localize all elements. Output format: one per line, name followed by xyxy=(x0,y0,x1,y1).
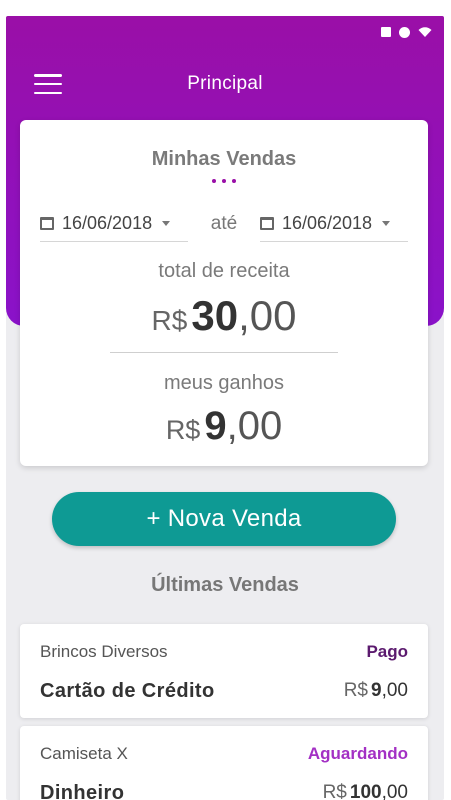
revenue-currency: R$ xyxy=(151,305,188,336)
sale-value-decimal: ,00 xyxy=(381,782,408,800)
sale-value-integer: 100 xyxy=(349,782,382,800)
list-item[interactable]: Brincos Diversos Pago Cartão de Crédito … xyxy=(20,624,428,718)
date-from-picker[interactable]: 16/06/2018 xyxy=(40,206,188,242)
sale-product-name: Camiseta X xyxy=(40,744,128,763)
signal-icon xyxy=(381,27,391,37)
date-to-picker[interactable]: 16/06/2018 xyxy=(259,206,408,242)
revenue-value: R$30,00 xyxy=(20,292,428,340)
divider xyxy=(110,352,338,353)
page-title: Principal xyxy=(187,73,263,94)
revenue-label: total de receita xyxy=(158,260,290,282)
wifi-icon xyxy=(418,27,432,37)
app-screen: Principal Minhas Vendas 16/06/2018 até 1… xyxy=(6,16,444,800)
card-title: Minhas Vendas xyxy=(151,148,297,170)
new-sale-button[interactable]: + Nova Venda xyxy=(52,492,396,546)
date-separator: até xyxy=(210,213,238,234)
sale-currency: R$ xyxy=(343,680,368,701)
sale-value-decimal: ,00 xyxy=(381,680,408,701)
hamburger-menu-icon[interactable] xyxy=(34,74,62,94)
sale-currency: R$ xyxy=(322,782,347,800)
earnings-value: R$ 9,00 xyxy=(20,404,428,449)
earnings-label: meus ganhos xyxy=(163,372,285,394)
earnings-integer: 9 xyxy=(204,404,227,448)
payment-method: Cartão de Crédito xyxy=(40,680,215,702)
calendar-icon xyxy=(40,217,54,230)
dots-indicator xyxy=(20,179,428,183)
list-item[interactable]: Camiseta X Aguardando Dinheiro R$ 100,00 xyxy=(20,726,428,800)
chevron-down-icon xyxy=(382,221,391,226)
sale-value-integer: 9 xyxy=(371,680,382,701)
date-range: 16/06/2018 até 16/06/2018 xyxy=(40,206,408,242)
status-badge: Pago xyxy=(366,642,408,661)
date-from-value: 16/06/2018 xyxy=(62,213,153,233)
chevron-down-icon xyxy=(162,221,171,226)
sale-value: R$ 9,00 xyxy=(344,680,408,702)
battery-icon xyxy=(399,26,410,38)
date-to-value: 16/06/2018 xyxy=(281,213,373,233)
earnings-decimal: ,00 xyxy=(226,404,283,448)
payment-method: Dinheiro xyxy=(40,782,125,800)
earnings-currency: R$ xyxy=(165,415,201,445)
status-badge: Aguardando xyxy=(307,744,408,763)
recent-sales-title: Últimas Vendas xyxy=(151,574,299,596)
status-bar xyxy=(381,22,432,42)
sales-summary-card: Minhas Vendas 16/06/2018 até 16/06/2018 … xyxy=(20,120,428,466)
revenue-integer: 30 xyxy=(191,292,239,339)
sale-value: R$ 100,00 xyxy=(323,782,408,800)
sale-product-name: Brincos Diversos xyxy=(40,642,168,661)
revenue-decimal: ,00 xyxy=(238,292,297,339)
app-bar: Principal xyxy=(6,64,444,104)
calendar-icon xyxy=(259,217,274,230)
